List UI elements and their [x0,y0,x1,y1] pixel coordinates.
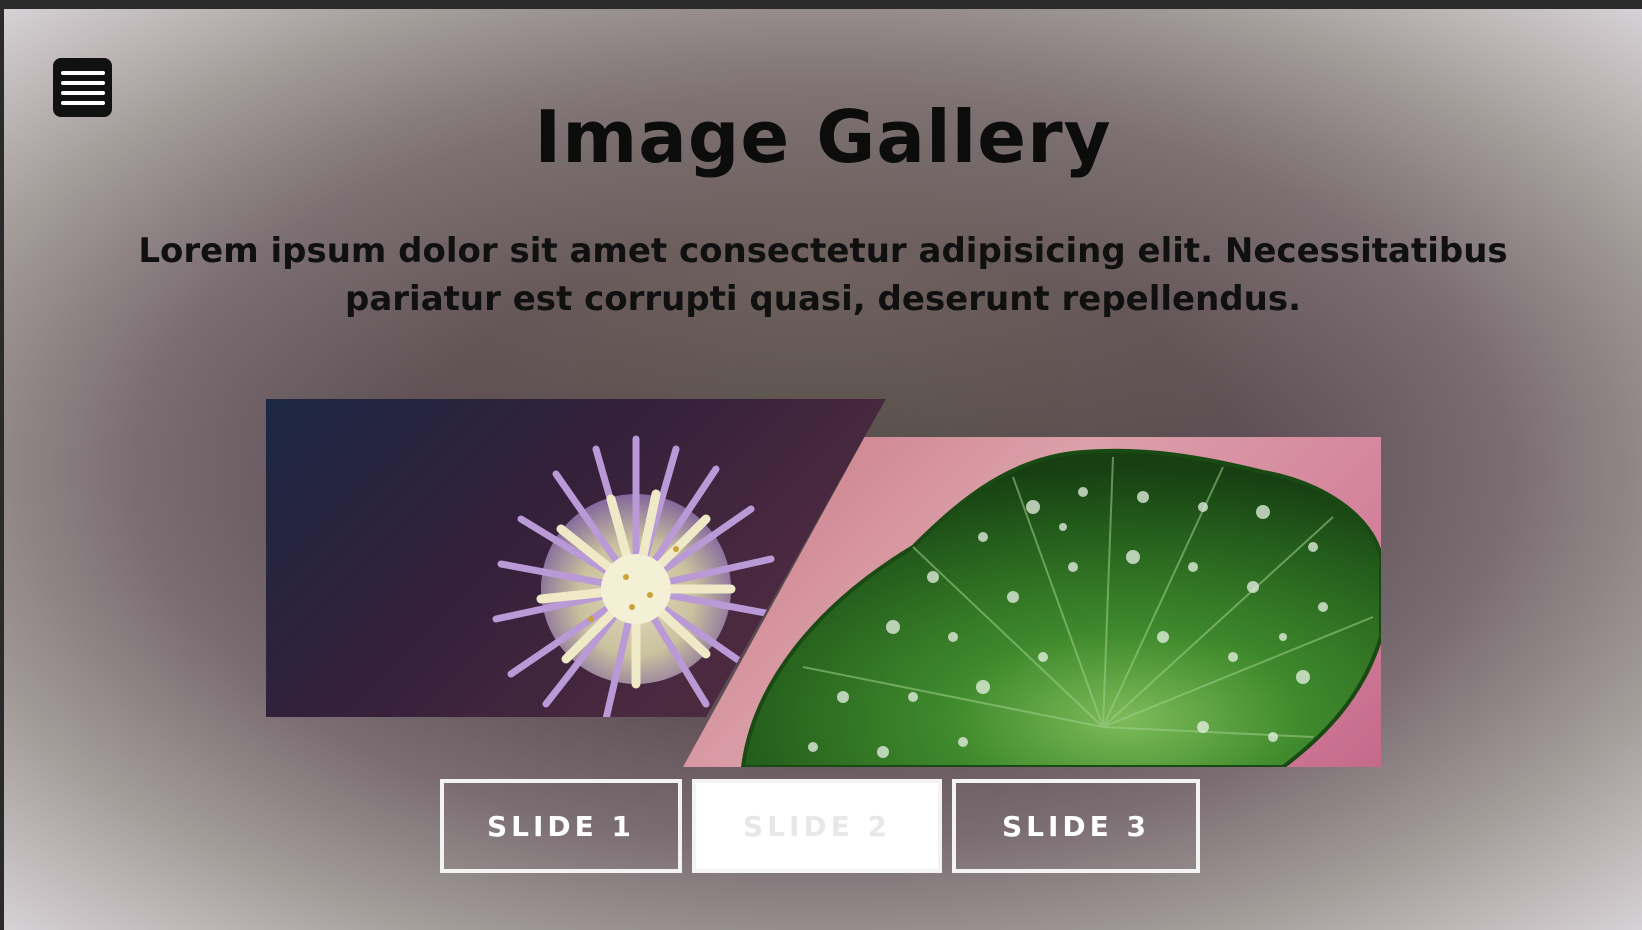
slide-buttons: SLIDE 1 SLIDE 2 SLIDE 3 [440,779,1200,873]
page-title: Image Gallery [534,95,1112,179]
page-frame: Image Gallery Lorem ipsum dolor sit amet… [4,9,1642,930]
slide-2-button[interactable]: SLIDE 2 [692,779,942,873]
slide-3-button[interactable]: SLIDE 3 [952,779,1200,873]
slide-1-button[interactable]: SLIDE 1 [440,779,682,873]
page-description: Lorem ipsum dolor sit amet consectetur a… [138,231,1508,319]
